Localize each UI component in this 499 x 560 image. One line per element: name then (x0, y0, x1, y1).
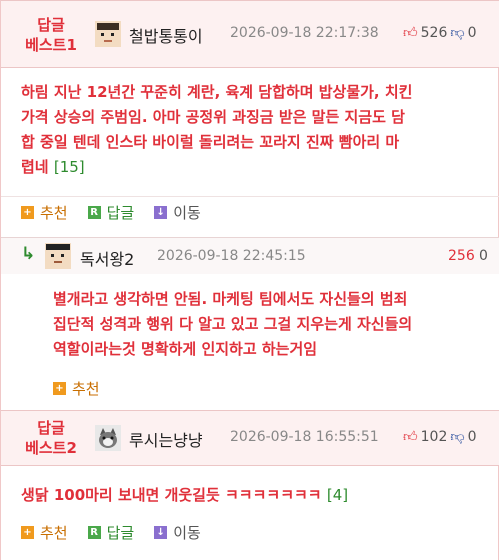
reply-button[interactable]: R 답글 (87, 522, 135, 543)
comment-actions: + 추천 R 답글 ↓ 이동 (1, 196, 499, 228)
arrow-down-icon: ↓ (154, 206, 168, 219)
reply-date: 2026-09-18 22:45:15 (157, 248, 306, 264)
cat-avatar[interactable] (95, 425, 121, 451)
comment-header: 답글 베스트1 철밥통통이 2026-09-18 22:17:38 👍︎ 526… (1, 0, 499, 68)
thumbs-down-icon[interactable]: 👎︎ (450, 24, 464, 41)
plus-icon: + (21, 525, 34, 539)
reply-button[interactable]: R 답글 (87, 202, 135, 223)
reply-line: 별개라고 생각하면 안됨. 마케팅 팀에서도 자신들의 범죄 (53, 290, 408, 308)
reply-line: 집단적 성격과 행위 다 알고 있고 그걸 지우는게 자신들의 (53, 315, 413, 333)
recommend-button[interactable]: + 추천 (53, 378, 100, 399)
comment-line: 하림 지난 12년간 꾸준히 계란, 육계 담합하며 밥상물가, 치킨 (21, 83, 413, 101)
down-count: 0 (467, 428, 477, 445)
move-label: 이동 (173, 204, 201, 222)
avatar[interactable] (45, 243, 71, 269)
up-count: 102 (420, 428, 448, 445)
plus-icon: + (21, 206, 34, 219)
reply-count[interactable]: [15] (54, 158, 85, 176)
comment-line: 합 중일 텐데 인스타 바이럴 돌리려는 꼬라지 진짜 빰아리 마 (21, 133, 400, 151)
recommend-button[interactable]: + 추천 (21, 522, 68, 543)
move-label: 이동 (173, 523, 201, 542)
comment-line: 렵네 (21, 158, 49, 176)
reply-label: 답글 (106, 523, 135, 542)
badge-line-2: 베스트2 (25, 439, 77, 457)
comment-actions: + 추천 R 답글 ↓ 이동 (1, 516, 499, 548)
best-badge: 답글 베스트2 (11, 418, 91, 458)
plus-icon: + (53, 382, 66, 395)
nickname[interactable]: 독서왕2 (80, 246, 134, 270)
reply-icon: R (87, 206, 101, 219)
best-badge: 답글 베스트1 (11, 15, 91, 55)
reply-label: 답글 (106, 204, 135, 222)
reply-header: ↳ 독서왕2 2026-09-18 22:45:15 256 0 (1, 238, 499, 274)
recommend-label: 추천 (72, 380, 100, 398)
reply-line: 역할이라는것 명확하게 인지하고 하는거임 (53, 340, 318, 358)
reply-x-mark: 0 (479, 248, 488, 264)
thumbs-up-icon[interactable]: 👍︎ (403, 428, 418, 445)
reply-icon: R (87, 525, 101, 539)
nickname[interactable]: 루시는냥냥 (129, 427, 203, 451)
comment-header: 답글 베스트2 루시는냥냥 2026-09-18 16:55:51 👍︎ 102… (1, 410, 499, 466)
up-count: 526 (420, 24, 448, 41)
vote-counts: 👍︎ 102 👎︎ 0 (403, 428, 477, 446)
thumbs-up-icon[interactable]: 👍︎ (403, 24, 418, 41)
badge-line-1: 답글 (37, 419, 65, 437)
comment-line: 생닭 100마리 보내면 개웃길듯 ㅋㅋㅋㅋㅋㅋㅋ (21, 486, 322, 504)
reply-comment: ↳ 독서왕2 2026-09-18 22:45:15 256 0 별개라고 생각… (1, 237, 499, 410)
badge-line-2: 베스트1 (25, 36, 77, 54)
comment-last-line: 렵네 [15] (21, 155, 491, 180)
move-button[interactable]: ↓ 이동 (154, 522, 201, 543)
recommend-label: 추천 (40, 204, 68, 222)
badge-line-1: 답글 (37, 16, 65, 34)
reply-body: 별개라고 생각하면 안됨. 마케팅 팀에서도 자신들의 범죄 집단적 성격과 행… (53, 287, 493, 362)
recommend-button[interactable]: + 추천 (21, 202, 68, 223)
comment-body: 하림 지난 12년간 꾸준히 계란, 육계 담합하며 밥상물가, 치킨 가격 상… (21, 80, 491, 180)
comment-list: 답글 베스트1 철밥통통이 2026-09-18 22:17:38 👍︎ 526… (0, 0, 499, 560)
comment-date: 2026-09-18 22:17:38 (230, 25, 379, 41)
down-count: 0 (467, 24, 477, 41)
avatar[interactable] (95, 21, 121, 47)
thumbs-down-icon[interactable]: 👎︎ (450, 428, 464, 445)
arrow-down-icon: ↓ (154, 525, 168, 539)
reply-score: 256 (448, 248, 475, 264)
comment-date: 2026-09-18 16:55:51 (230, 429, 379, 445)
reply-arrow-icon: ↳ (21, 244, 36, 264)
nickname[interactable]: 철밥통통이 (129, 23, 203, 47)
recommend-label: 추천 (40, 523, 68, 542)
move-button[interactable]: ↓ 이동 (154, 202, 201, 223)
comment-line: 가격 상승의 주범임. 아마 공정위 과징금 받은 말든 지금도 담 (21, 108, 405, 126)
reply-count[interactable]: [4] (327, 486, 348, 504)
vote-counts: 👍︎ 526 👎︎ 0 (403, 24, 477, 42)
comment-body: 생닭 100마리 보내면 개웃길듯 ㅋㅋㅋㅋㅋㅋㅋ [4] (21, 483, 491, 508)
